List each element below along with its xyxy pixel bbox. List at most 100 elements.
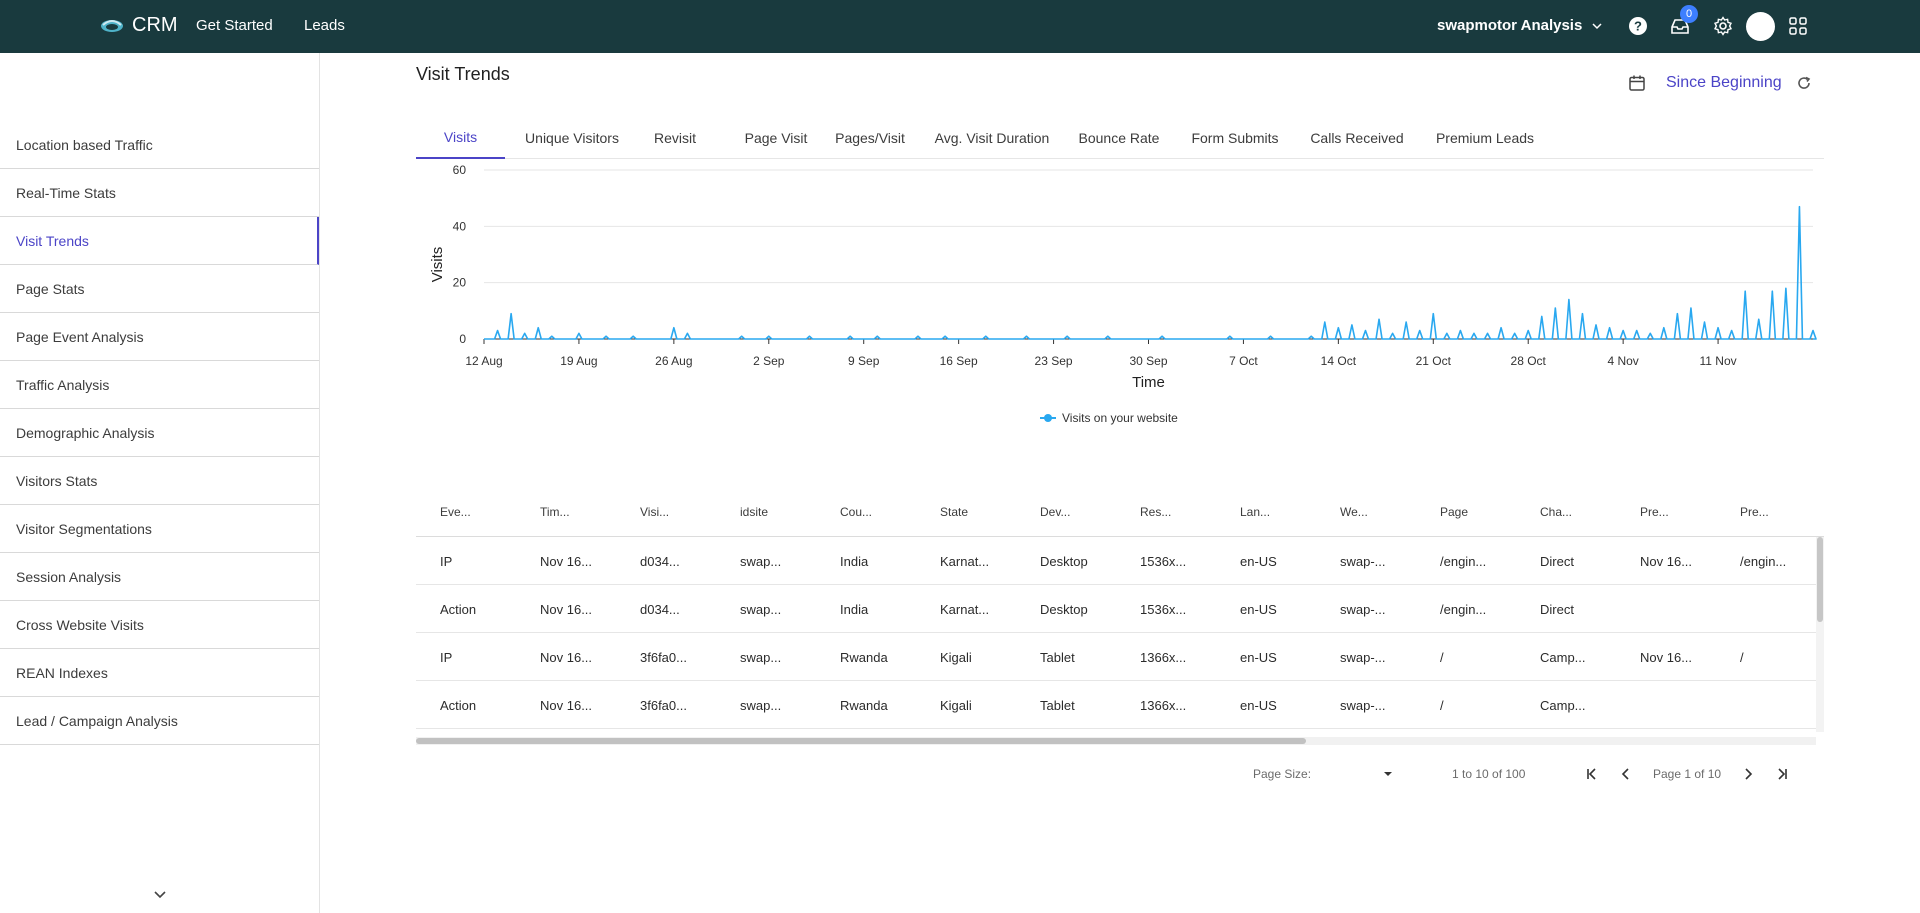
sidebar-item-real-time-stats[interactable]: Real-Time Stats (0, 169, 319, 217)
first-page-icon[interactable] (1584, 766, 1600, 782)
tab-bounce-rate[interactable]: Bounce Rate (1069, 116, 1169, 159)
column-header-state[interactable]: State (940, 487, 968, 537)
account-switcher[interactable]: swapmotor Analysis (1437, 17, 1602, 34)
column-header-language[interactable]: Lan... (1240, 487, 1270, 537)
cell-device: Tablet (1040, 649, 1075, 665)
apps-grid-icon[interactable] (1787, 15, 1809, 37)
cell-country: Rwanda (840, 649, 888, 665)
table-horizontal-scroll-thumb[interactable] (416, 738, 1306, 744)
tab-avg-visit-duration[interactable]: Avg. Visit Duration (928, 116, 1056, 159)
crm-logo[interactable]: CRM (100, 14, 178, 37)
next-page-icon[interactable] (1740, 766, 1756, 782)
page-size-select[interactable] (1383, 764, 1397, 784)
cell-language: en-US (1240, 697, 1277, 713)
sidebar-item-rean-indexes[interactable]: REAN Indexes (0, 649, 319, 697)
y-tick-label: 20 (453, 276, 467, 290)
visits-table: Eve... Tim... Visi... idsite Cou... Stat… (416, 487, 1824, 745)
x-tick-label: 14 Oct (1321, 354, 1357, 368)
x-tick-label: 28 Oct (1511, 354, 1547, 368)
table-row[interactable]: IP Nov 16... d034... swap... India Karnat... D… (416, 537, 1816, 585)
x-tick-label: 2 Sep (753, 354, 785, 368)
tab-premium-leads[interactable]: Premium Leads (1426, 116, 1544, 159)
sidebar-item-location-based-traffic[interactable]: Location based Traffic (0, 121, 319, 169)
sidebar-item-traffic-analysis[interactable]: Traffic Analysis (0, 361, 319, 409)
cell-state: Kigali (940, 697, 972, 713)
cell-visitor: 3f6fa0... (640, 697, 687, 713)
tab-form-submits[interactable]: Form Submits (1185, 116, 1285, 159)
sidebar-item-visit-trends[interactable]: Visit Trends (0, 217, 319, 265)
column-header-time[interactable]: Tim... (540, 487, 570, 537)
cell-resolution: 1536x... (1140, 553, 1187, 569)
sidebar-item-page-event-analysis[interactable]: Page Event Analysis (0, 313, 319, 361)
visits-chart-svg: 0 20 40 60 12 Aug 19 Aug 26 Aug 2 Sep 9 Sep 16 Se… (429, 163, 1817, 425)
cell-website: swap-... (1340, 553, 1386, 569)
x-tick-label: 7 Oct (1229, 354, 1258, 368)
cell-state: Karnat... (940, 601, 990, 617)
cell-channel: Camp... (1540, 649, 1586, 665)
nav-leads[interactable]: Leads (304, 17, 345, 34)
sidebar-expand-chevron-icon[interactable] (152, 887, 168, 903)
page-range: 1 to 10 of 100 (1452, 767, 1526, 781)
logo-icon (101, 19, 123, 32)
column-header-resolution[interactable]: Res... (1140, 487, 1171, 537)
avatar[interactable] (1746, 12, 1775, 41)
date-range-value[interactable]: Since Beginning (1666, 74, 1782, 92)
column-header-event[interactable]: Eve... (440, 487, 471, 537)
refresh-icon[interactable] (1796, 75, 1812, 91)
column-header-idsite[interactable]: idsite (740, 487, 768, 537)
tab-page-visit[interactable]: Page Visit (736, 116, 816, 159)
legend-label: Visits on your website (1062, 411, 1178, 425)
y-tick-label: 0 (459, 332, 466, 346)
sidebar-item-visitor-segmentations[interactable]: Visitor Segmentations (0, 505, 319, 553)
x-tick-label: 23 Sep (1035, 354, 1073, 368)
help-icon[interactable]: ? (1627, 15, 1649, 37)
column-header-website[interactable]: We... (1340, 487, 1368, 537)
column-header-country[interactable]: Cou... (840, 487, 872, 537)
table-row[interactable]: Action Nov 16... d034... swap... India Karnat… (416, 585, 1816, 633)
column-header-previous-2[interactable]: Pre... (1740, 487, 1769, 537)
table-vertical-scroll-thumb[interactable] (1817, 537, 1823, 622)
table-row[interactable]: Action Nov 16... 3f6fa0... swap... Rwanda Kig… (416, 681, 1816, 729)
sidebar-item-visitors-stats[interactable]: Visitors Stats (0, 457, 319, 505)
column-header-device[interactable]: Dev... (1040, 487, 1070, 537)
nav-get-started[interactable]: Get Started (196, 17, 273, 34)
column-header-channel[interactable]: Cha... (1540, 487, 1572, 537)
x-tick-label: 4 Nov (1607, 354, 1638, 368)
cell-website: swap-... (1340, 649, 1386, 665)
sidebar-item-demographic-analysis[interactable]: Demographic Analysis (0, 409, 319, 457)
column-header-previous-1[interactable]: Pre... (1640, 487, 1669, 537)
sidebar-item-session-analysis[interactable]: Session Analysis (0, 553, 319, 601)
table-row[interactable]: IP Nov 16... 3f6fa0... swap... Rwanda Kigali T… (416, 633, 1816, 681)
column-header-page[interactable]: Page (1440, 487, 1468, 537)
previous-page-icon[interactable] (1618, 766, 1634, 782)
calendar-icon[interactable] (1628, 74, 1646, 92)
cell-resolution: 1366x... (1140, 697, 1187, 713)
sidebar-item-page-stats[interactable]: Page Stats (0, 265, 319, 313)
table-vertical-scrollbar[interactable] (1816, 537, 1824, 732)
tab-calls-received[interactable]: Calls Received (1304, 116, 1410, 159)
cell-visitor: d034... (640, 553, 680, 569)
tab-revisit[interactable]: Revisit (642, 116, 708, 159)
cell-time: Nov 16... (540, 553, 593, 569)
x-tick-label: 11 Nov (1700, 354, 1737, 368)
cell-idsite: swap... (740, 697, 782, 713)
top-navbar: CRM Get Started Leads swapmotor Analysis… (0, 0, 1920, 53)
column-header-visitor[interactable]: Visi... (640, 487, 669, 537)
y-tick-label: 40 (453, 219, 467, 233)
tab-pages-per-visit[interactable]: Pages/Visit (826, 116, 914, 159)
table-horizontal-scrollbar[interactable] (416, 737, 1816, 745)
sidebar-item-lead-campaign-analysis[interactable]: Lead / Campaign Analysis (0, 697, 319, 745)
table-body: IP Nov 16... d034... swap... India Karnat... D… (416, 537, 1824, 732)
sidebar-item-cross-website-visits[interactable]: Cross Website Visits (0, 601, 319, 649)
last-page-icon[interactable] (1774, 766, 1790, 782)
page-title: Visit Trends (416, 64, 510, 84)
tab-unique-visitors[interactable]: Unique Visitors (516, 116, 628, 159)
date-range-picker: Since Beginning (1628, 74, 1812, 92)
cell-time: Nov 16... (540, 649, 593, 665)
settings-icon[interactable] (1712, 15, 1734, 37)
page-indicator: Page 1 of 10 (1653, 767, 1722, 781)
tab-visits[interactable]: Visits (416, 116, 505, 159)
cell-event: Action (440, 697, 477, 713)
cell-state: Kigali (940, 649, 972, 665)
cell-idsite: swap... (740, 553, 782, 569)
